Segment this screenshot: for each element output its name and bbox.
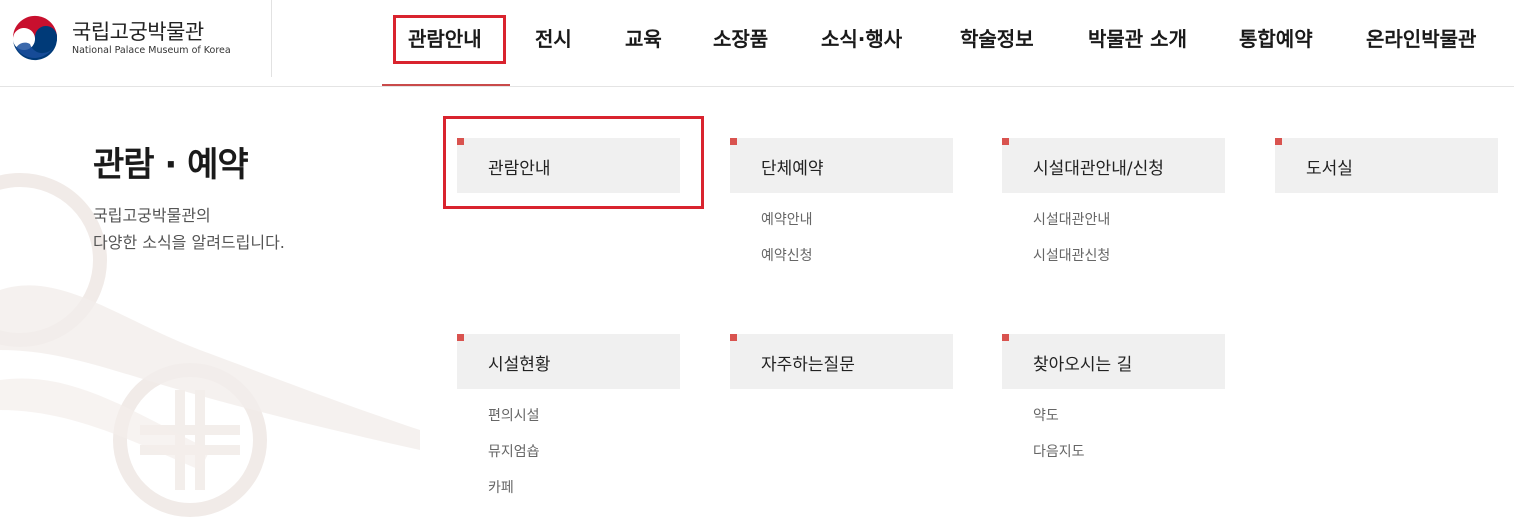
menu-panel-title: 단체예약 [761, 159, 824, 179]
submenu-link-rental-apply[interactable]: 시설대관신청 [1033, 245, 1225, 265]
nav-item-about[interactable]: 박물관 소개 [1088, 24, 1187, 54]
panel-marker-icon [1002, 138, 1009, 145]
submenu-link-map[interactable]: 약도 [1033, 405, 1225, 425]
panel-marker-icon [730, 138, 737, 145]
menu-panel-visit-guide: 관람안내 [457, 138, 680, 193]
nav-item-reservation[interactable]: 통합예약 [1239, 24, 1313, 54]
nav-item-collection[interactable]: 소장품 [713, 24, 768, 54]
panel-marker-icon [730, 334, 737, 341]
panel-marker-icon [457, 138, 464, 145]
menu-panel-header[interactable]: 시설대관안내/신청 [1002, 138, 1225, 193]
panel-marker-icon [1275, 138, 1282, 145]
menu-panel-header[interactable]: 찾아오시는 길 [1002, 334, 1225, 389]
taegeuk-emblem-icon [11, 15, 59, 63]
menu-panel-header[interactable]: 도서실 [1275, 138, 1498, 193]
menu-panel-directions: 찾아오시는 길 약도 다음지도 [1002, 334, 1225, 477]
menu-panel-faq: 자주하는질문 [730, 334, 953, 389]
menu-panel-header[interactable]: 시설현황 [457, 334, 680, 389]
submenu-link-cafe[interactable]: 카페 [488, 477, 680, 497]
nav-item-exhibition[interactable]: 전시 [535, 24, 572, 54]
menu-panel-title: 도서실 [1306, 159, 1353, 179]
section-title: 관람 · 예약 [93, 145, 249, 185]
menu-panel-header[interactable]: 관람안내 [457, 138, 680, 193]
nav-item-news-events[interactable]: 소식·행사 [821, 24, 902, 54]
menu-panel-group-reservation: 단체예약 예약안내 예약신청 [730, 138, 953, 281]
nav-item-visit-guide[interactable]: 관람안내 [408, 24, 482, 54]
submenu-link-reservation-apply[interactable]: 예약신청 [761, 245, 953, 265]
section-description-line: 다양한 소식을 알려드립니다. [93, 233, 285, 252]
header-divider [271, 0, 272, 77]
section-description-line: 국립고궁박물관의 [93, 206, 211, 225]
submenu-link-daum-map[interactable]: 다음지도 [1033, 441, 1225, 461]
nav-item-online-museum[interactable]: 온라인박물관 [1366, 24, 1476, 54]
menu-panel-title: 관람안내 [488, 159, 551, 179]
logo-english-name: National Palace Museum of Korea [72, 45, 231, 56]
nav-active-underline [382, 84, 510, 86]
menu-panel-header[interactable]: 자주하는질문 [730, 334, 953, 389]
menu-panel-header[interactable]: 단체예약 [730, 138, 953, 193]
panel-marker-icon [457, 334, 464, 341]
submenu-link-rental-info[interactable]: 시설대관안내 [1033, 209, 1225, 229]
submenu-link-reservation-info[interactable]: 예약안내 [761, 209, 953, 229]
menu-panel-title: 자주하는질문 [761, 355, 855, 375]
logo-korean-name: 국립고궁박물관 [72, 20, 204, 44]
section-description: 국립고궁박물관의 다양한 소식을 알려드립니다. [93, 202, 285, 256]
site-header: 국립고궁박물관 National Palace Museum of Korea … [0, 0, 1514, 87]
menu-panel-title: 시설현황 [488, 355, 551, 375]
menu-panel-library: 도서실 [1275, 138, 1498, 193]
submenu-link-museum-shop[interactable]: 뮤지엄숍 [488, 441, 680, 461]
menu-panel-title: 시설대관안내/신청 [1033, 159, 1164, 179]
nav-item-education[interactable]: 교육 [625, 24, 662, 54]
menu-panel-title: 찾아오시는 길 [1033, 355, 1133, 375]
menu-panel-facilities: 시설현황 편의시설 뮤지엄숍 카페 [457, 334, 680, 513]
menu-panel-facility-rental: 시설대관안내/신청 시설대관안내 시설대관신청 [1002, 138, 1225, 281]
site-logo[interactable]: 국립고궁박물관 National Palace Museum of Korea [10, 12, 270, 64]
nav-item-research[interactable]: 학술정보 [960, 24, 1034, 54]
submenu-link-amenities[interactable]: 편의시설 [488, 405, 680, 425]
panel-marker-icon [1002, 334, 1009, 341]
